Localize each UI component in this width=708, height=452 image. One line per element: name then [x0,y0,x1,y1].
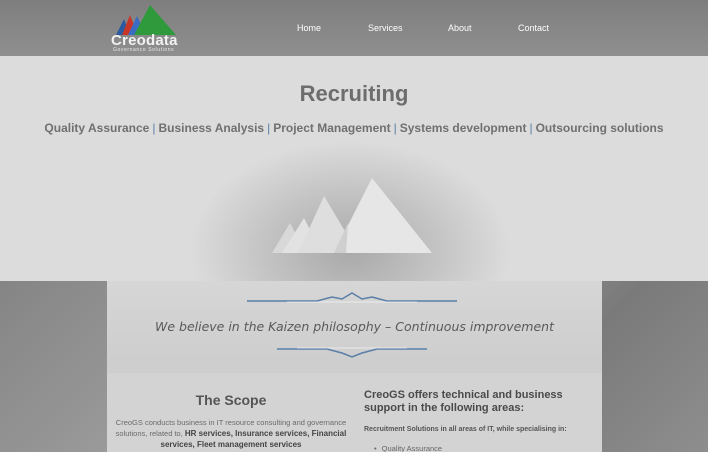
nav-about[interactable]: About [448,23,472,33]
mountain-icon [272,178,432,253]
service-tags: Quality Assurance | Business Analysis | Proj… [0,121,708,135]
tag-separator: | [393,121,397,135]
tag-separator: | [267,121,271,135]
tag-outsourcing-solutions: Outsourcing solutions [535,121,664,135]
list-item: Quality Assurance [374,444,442,452]
tag-project-management: Project Management [273,121,391,135]
logo-subtitle: Governance Solutions [113,47,175,53]
scope-services: HR services, Insurance services, Financi… [160,429,347,449]
areas-subtitle: Recruitment Solutions in all areas of IT… [364,426,567,433]
nav-home[interactable]: Home [297,23,321,33]
scope-text: CreoGS conducts business in IT resource … [115,417,347,450]
content-panel: We believe in the Kaizen philosophy – Co… [107,281,602,452]
scope-title: The Scope [195,392,267,408]
areas-list: Quality Assurance [374,444,442,452]
site-header: Creodata Governance Solutions Home Servi… [0,0,708,56]
page-title: Recruiting [299,81,409,106]
divider-top [247,292,457,303]
tag-separator: | [152,121,156,135]
nav-services[interactable]: Services [368,23,403,33]
tag-systems-development: Systems development [399,121,527,135]
nav-contact[interactable]: Contact [518,23,549,33]
tag-business-analysis: Business Analysis [158,121,265,135]
main-nav: Home Services About Contact [0,23,708,37]
hero-banner: Recruiting Quality Assurance | Business An… [0,56,708,281]
tag-separator: | [529,121,533,135]
info-section: The Scope CreoGS conducts business in IT… [107,373,602,452]
divider-bottom [277,347,427,358]
motto-text: We believe in the Kaizen philosophy – Co… [154,319,555,334]
areas-title: CreoGS offers technical and business sup… [364,389,563,414]
tag-quality-assurance: Quality Assurance [44,121,150,135]
